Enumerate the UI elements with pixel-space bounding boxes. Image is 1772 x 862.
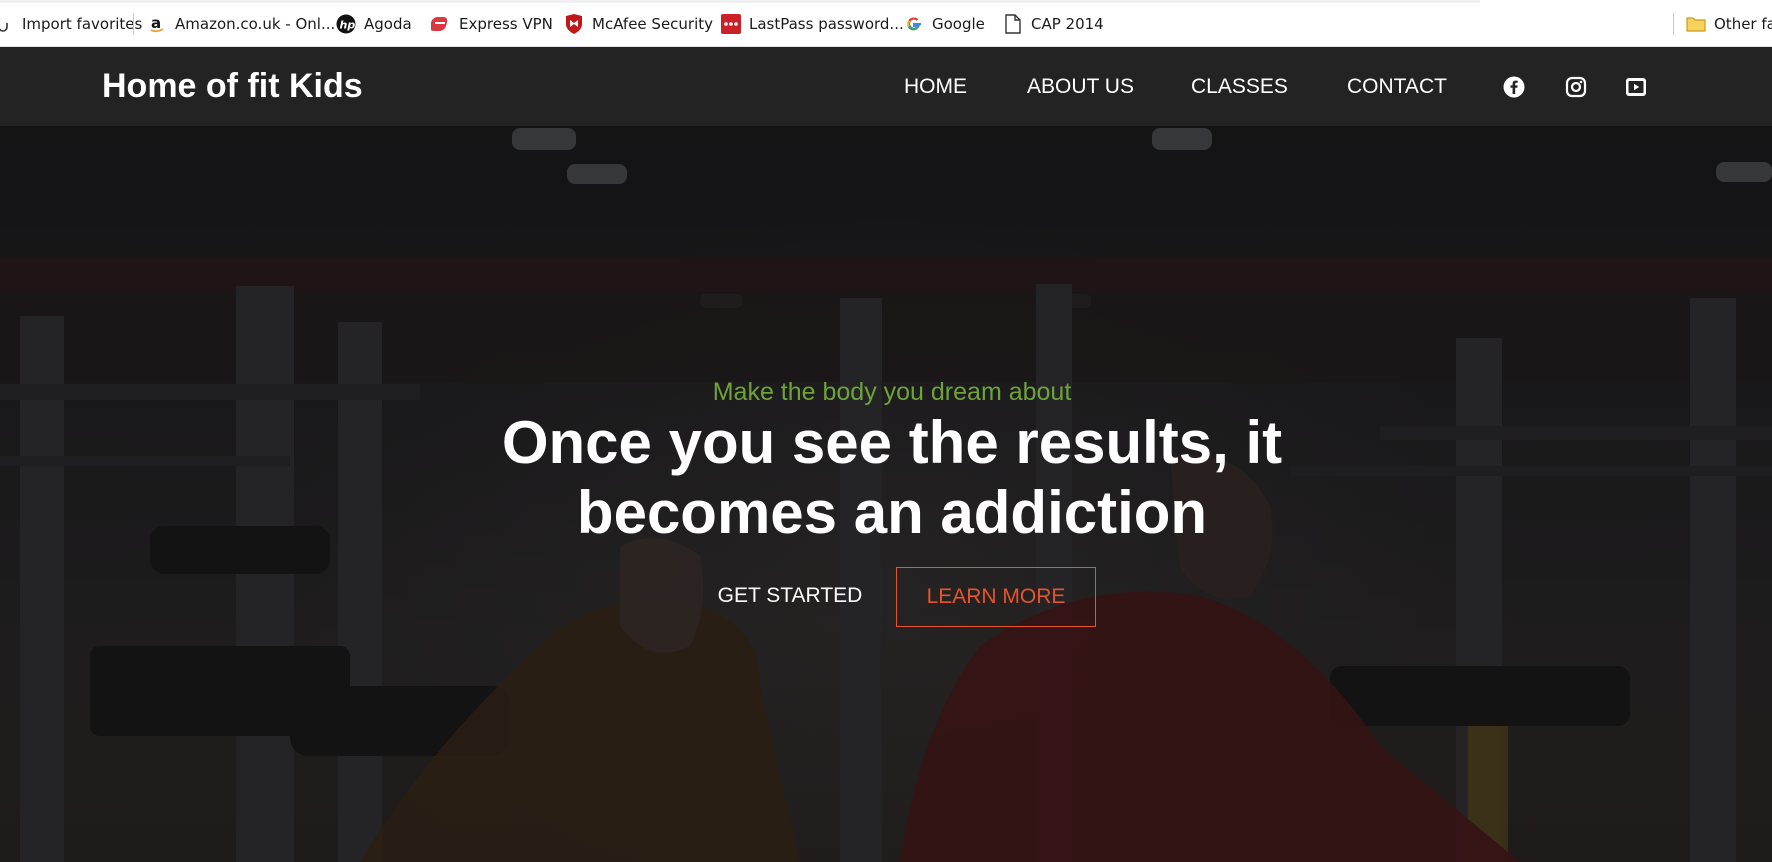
bookmark-label: Other fav <box>1714 14 1772 33</box>
bookmark-express-vpn[interactable]: Express VPN <box>431 0 553 47</box>
nav-about-us[interactable]: ABOUT US <box>1027 47 1134 126</box>
expressvpn-icon <box>431 14 451 34</box>
facebook-icon[interactable] <box>1501 74 1527 100</box>
folder-icon <box>1686 14 1706 34</box>
bookmark-cap-2014[interactable]: CAP 2014 <box>1003 0 1104 47</box>
site-logo[interactable]: Home of fit Kids <box>102 47 363 126</box>
google-icon <box>904 14 924 34</box>
learn-more-button[interactable]: LEARN MORE <box>896 567 1096 627</box>
bookmark-agoda[interactable]: hp Agoda <box>336 0 412 47</box>
bookmarks-bar: Import favorites a Amazon.co.uk - Onl...… <box>0 0 1772 47</box>
bookmark-other-favorites[interactable]: Other fav <box>1686 0 1772 47</box>
nav-classes[interactable]: CLASSES <box>1191 47 1288 126</box>
page-icon <box>1003 13 1023 34</box>
mcafee-icon <box>564 13 584 34</box>
youtube-icon[interactable] <box>1623 74 1649 100</box>
bookmark-amazon[interactable]: a Amazon.co.uk - Onl... <box>147 0 335 47</box>
bookmark-label: Google <box>932 14 985 33</box>
hero-section: Make the body you dream about Once you s… <box>0 126 1772 862</box>
bookmark-lastpass[interactable]: LastPass password... <box>721 0 904 47</box>
site-navbar: Home of fit Kids HOME ABOUT US CLASSES C… <box>0 47 1772 126</box>
bookmark-separator <box>1673 13 1674 35</box>
nav-contact[interactable]: CONTACT <box>1347 47 1447 126</box>
bookmark-mcafee[interactable]: McAfee Security <box>564 0 713 47</box>
bookmark-google[interactable]: Google <box>904 0 985 47</box>
svg-text:hp: hp <box>340 18 356 31</box>
amazon-icon: a <box>147 14 167 34</box>
import-icon <box>0 14 14 34</box>
nav-home[interactable]: HOME <box>904 47 967 126</box>
hp-icon: hp <box>336 14 356 34</box>
bookmark-separator <box>133 13 134 35</box>
bookmark-label: Agoda <box>364 14 412 33</box>
bookmark-label: Import favorites <box>22 14 143 33</box>
hero-headline: Once you see the results, it becomes an … <box>0 408 1772 548</box>
bookmark-import-favorites[interactable]: Import favorites <box>0 0 142 47</box>
bookmark-label: Amazon.co.uk - Onl... <box>175 14 336 33</box>
bookmark-label: LastPass password... <box>749 14 904 33</box>
bookmark-label: Express VPN <box>459 14 553 33</box>
bookmark-label: CAP 2014 <box>1031 14 1104 33</box>
hero-headline-line-2: becomes an addiction <box>576 479 1208 546</box>
svg-text:a: a <box>151 15 161 32</box>
instagram-icon[interactable] <box>1563 74 1589 100</box>
lastpass-icon <box>721 13 741 34</box>
hero-headline-line-1: Once you see the results, it <box>501 409 1283 476</box>
hero-tagline: Make the body you dream about <box>712 378 1072 406</box>
bookmark-label: McAfee Security <box>592 14 714 33</box>
get-started-button[interactable]: GET STARTED <box>700 567 880 625</box>
